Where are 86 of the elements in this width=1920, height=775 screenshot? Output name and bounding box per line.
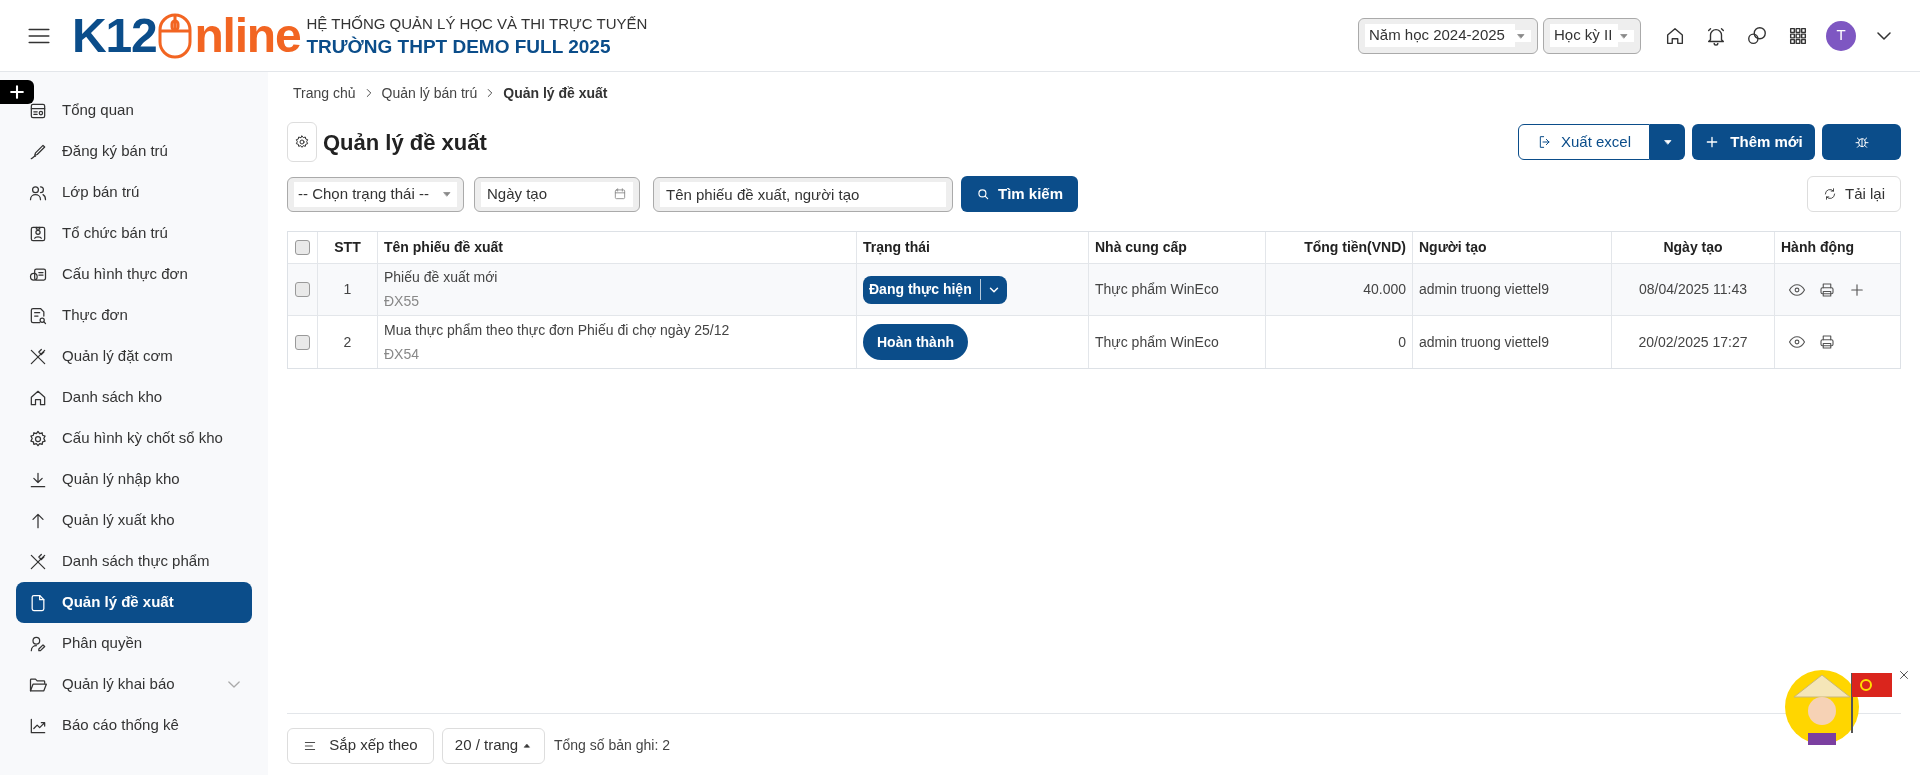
sidebar-item[interactable]: Quản lý nhập kho — [16, 459, 252, 500]
sidebar-item[interactable]: Lớp bán trú — [16, 172, 252, 213]
settings-icon — [294, 134, 310, 150]
sidebar-item[interactable]: Phân quyền — [16, 623, 252, 664]
column-header: Nhà cung cấp — [1095, 238, 1187, 257]
sidebar-item[interactable]: Cấu hình kỳ chốt sổ kho — [16, 418, 252, 459]
sidebar-item[interactable]: Quản lý xuất kho — [16, 500, 252, 541]
mouse-icon — [157, 11, 194, 60]
bug-icon — [1853, 134, 1870, 150]
sidebar-item[interactable]: Quản lý đặt cơm — [16, 336, 252, 377]
chevron-down-icon — [1877, 31, 1891, 40]
checkbox[interactable] — [295, 282, 310, 297]
column-header: STT — [334, 238, 361, 257]
table-cell-text: 2 — [343, 332, 352, 352]
semester-select[interactable]: Học kỳ II — [1543, 17, 1641, 54]
utensils-icon — [28, 551, 48, 572]
system-name: HỆ THỐNG QUẢN LÝ HỌC VÀ THI TRỰC TUYẾN — [306, 15, 648, 31]
sidebar-item[interactable]: Tổng quan — [16, 90, 252, 131]
status-dropdown-button[interactable]: Đang thực hiện — [863, 275, 1007, 304]
date-field[interactable]: Ngày tạo — [474, 176, 640, 212]
table-cell-text: admin truong viettel9 — [1419, 280, 1549, 299]
sidebar-item[interactable]: Danh sách thực phẩm — [16, 541, 252, 582]
table-cell-text: 40.000 — [1363, 280, 1406, 299]
sidebar-item[interactable]: Quản lý đề xuất — [16, 582, 252, 623]
calendar-icon — [613, 187, 627, 201]
printer-icon — [1818, 333, 1836, 351]
table-cell-text: Thực phẩm WinEco — [1095, 332, 1219, 352]
search-button[interactable]: Tìm kiếm — [961, 176, 1078, 212]
plus-icon — [7, 82, 27, 102]
school-name: TRƯỜNG THPT DEMO FULL 2025 — [306, 36, 612, 56]
print-button[interactable] — [1817, 332, 1837, 352]
add-new-button[interactable]: Thêm mới — [1692, 124, 1815, 160]
reload-button[interactable]: Tải lại — [1807, 176, 1901, 212]
logo-text: nline — [194, 11, 301, 60]
table-cell-text: 1 — [343, 280, 352, 299]
status-select[interactable]: -- Chọn trạng thái -- — [287, 176, 464, 212]
document-search-icon — [28, 305, 48, 326]
table-cell-text: Phiếu đề xuất mới — [384, 268, 499, 287]
table-cell-text: ĐX54 — [384, 344, 421, 364]
settings-button[interactable] — [287, 122, 317, 162]
status-badge[interactable]: Hoàn thành — [863, 324, 968, 360]
add-button[interactable] — [0, 80, 34, 104]
sidebar-item[interactable]: Danh sách kho — [16, 377, 252, 418]
export-excel-button[interactable]: Xuất excel — [1517, 124, 1650, 160]
column-header: Trạng thái — [863, 238, 930, 257]
export-options-button[interactable] — [1650, 124, 1685, 160]
total-records: Tổng số bản ghi: 2 — [554, 736, 670, 755]
breadcrumb-link[interactable]: Quản lý bán trú — [381, 82, 478, 104]
column-header: Ngày tạo — [1663, 238, 1723, 257]
sidebar-item[interactable]: Cấu hình thực đơn — [16, 254, 252, 295]
logo-text: K12 — [72, 11, 157, 60]
school-year-select[interactable]: Năm học 2024-2025 — [1358, 17, 1538, 54]
page-size-select[interactable]: 20 / trang — [442, 727, 545, 764]
settings-icon — [28, 428, 48, 449]
search-icon — [976, 187, 990, 201]
close-icon — [1898, 669, 1910, 681]
sort-button[interactable]: Sắp xếp theo — [287, 727, 434, 764]
column-header: Tên phiếu đề xuất — [384, 238, 503, 257]
sidebar-item[interactable]: Tổ chức bán trú — [16, 213, 252, 254]
utensils-icon — [28, 346, 48, 367]
table-cell-text: 0 — [1398, 332, 1406, 352]
table-cell-text: 20/02/2025 17:27 — [1638, 332, 1748, 352]
sidebar-item[interactable]: Báo cáo thống kê — [16, 705, 252, 746]
sidebar-item[interactable]: Thực đơn — [16, 295, 252, 336]
column-header: Hành động — [1781, 238, 1855, 257]
table-cell-text: admin truong viettel9 — [1419, 332, 1549, 352]
printer-icon — [1818, 280, 1836, 299]
sidebar-item[interactable]: Đăng ký bán trú — [16, 131, 252, 172]
table-cell-text: ĐX55 — [384, 292, 421, 311]
breadcrumb-link[interactable]: Trang chủ — [293, 82, 356, 104]
column-header: Tổng tiền(VND) — [1304, 238, 1406, 257]
user-avatar[interactable]: T — [1826, 20, 1856, 51]
bug-report-button[interactable] — [1822, 124, 1901, 160]
checkbox[interactable] — [295, 240, 310, 255]
sidebar-item[interactable]: Quản lý khai báo — [16, 664, 252, 705]
search-field[interactable]: Tên phiếu đề xuất, người tạo — [653, 176, 953, 212]
eye-icon — [1788, 333, 1806, 351]
checkbox[interactable] — [295, 334, 310, 350]
table-cell-text: 08/04/2025 11:43 — [1639, 280, 1747, 299]
close-button[interactable] — [1897, 668, 1911, 682]
table-cell-text: Thực phẩm WinEco — [1095, 280, 1219, 299]
column-header: Người tạo — [1419, 238, 1487, 257]
page-title: Quản lý đề xuất — [323, 128, 487, 157]
table-cell-text: Mua thực phẩm theo thực đơn Phiếu đi chợ ngày 25/12 — [384, 320, 731, 340]
refresh-icon — [1823, 187, 1837, 201]
breadcrumb-link[interactable]: Quản lý đề xuất — [503, 82, 608, 104]
